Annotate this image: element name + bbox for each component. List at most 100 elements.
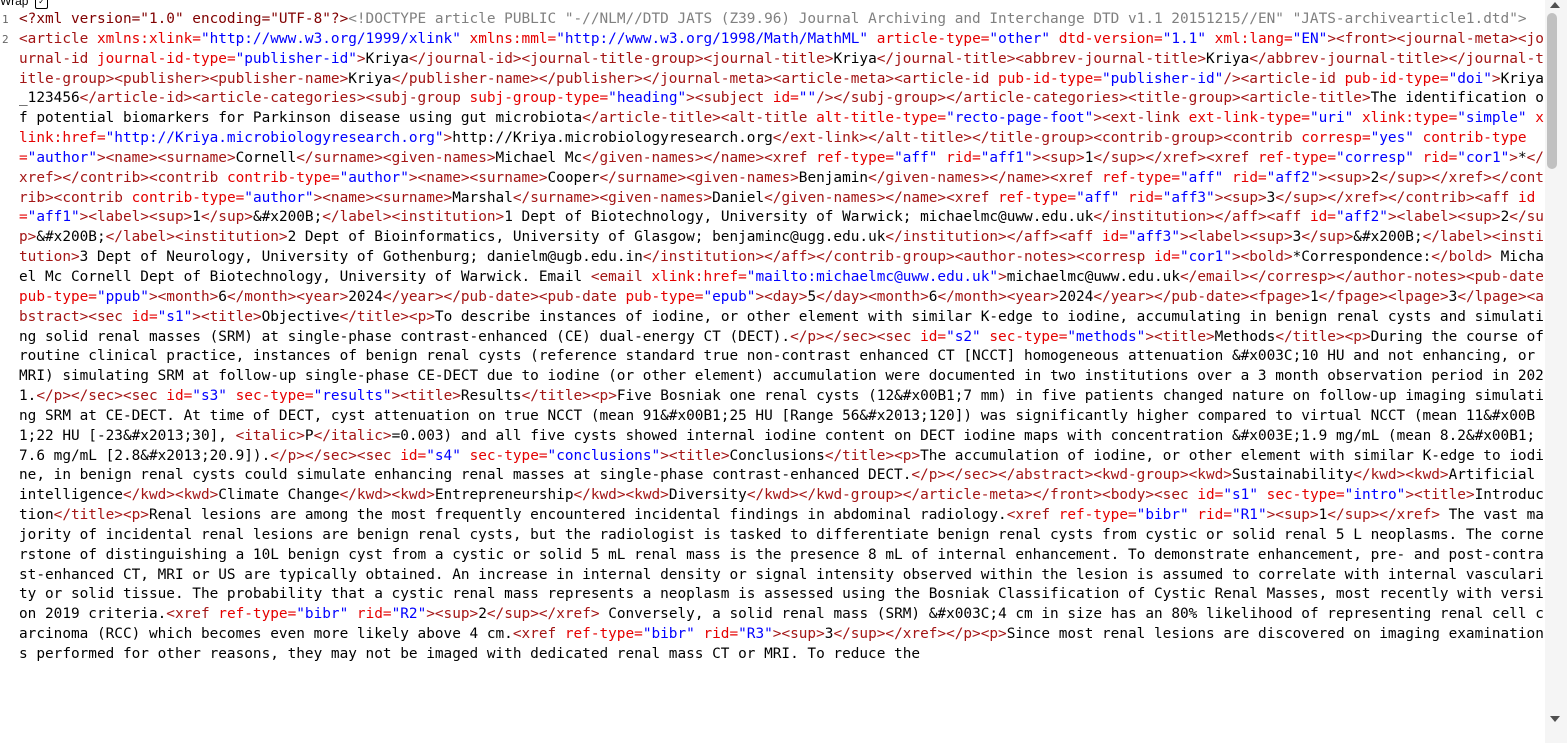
code-token: </article-id><article-categories><subj-g… (79, 90, 470, 107)
code-token: </journal-title><abbrev-journal-title> (876, 50, 1206, 67)
code-token: rid= (946, 149, 981, 166)
code-token: ref-type= (816, 149, 895, 166)
code-token: "http://Kriya.microbiologyresearch.org" (105, 130, 444, 147)
code-token: 2 Dept of Bioinformatics, University of … (287, 229, 886, 246)
code-token: ref-type= (1058, 507, 1137, 524)
code-token: Diversity (668, 487, 747, 504)
code-token: <xref (1006, 507, 1059, 524)
code-token: ><label><sup> (1387, 209, 1501, 226)
code-token: > (356, 50, 366, 67)
code-token: "R2" (391, 606, 427, 623)
code-token: </sup></xref> (486, 606, 600, 623)
code-token: Cornell (235, 149, 297, 166)
code-token: Objective (261, 308, 340, 325)
code-token: "simple" (1457, 110, 1536, 127)
code-token: </p></sec><sec (36, 388, 167, 405)
code-token: 2 (478, 606, 487, 623)
code-token: "heading" (608, 90, 687, 107)
code-token: id= (1309, 209, 1336, 226)
code-token: "" (798, 90, 817, 107)
code-token: Conclusions (729, 447, 825, 464)
code-token: pub-type= (625, 288, 704, 305)
vertical-scrollbar[interactable] (1545, 0, 1567, 743)
code-token: </year></pub-date><pub-date (382, 288, 626, 305)
code-token: "s4" (426, 447, 470, 464)
code-token: Benjamin (798, 169, 869, 186)
code-token: ><name><surname> (313, 189, 453, 206)
line-number: 1 (2, 13, 9, 26)
code-token: </kwd><kwd> (122, 487, 219, 504)
code-token: ><label><sup> (79, 209, 193, 226)
code-token: "aff1" (27, 209, 80, 226)
code-token: rid= (1128, 189, 1163, 206)
code-token: "aff2" (1266, 169, 1319, 186)
code-token: ref-type= (218, 606, 297, 623)
code-token: id= (772, 90, 799, 107)
code-token: "corresp" (1336, 149, 1423, 166)
code-token: "http://www.w3.org/1998/Math/MathML" (556, 30, 877, 47)
code-token: ><sup> (772, 626, 825, 643)
code-token: > (1491, 70, 1501, 87)
code-token: Michael Mc (495, 149, 583, 166)
code-token: </kwd><kwd> (339, 487, 435, 504)
code-token: Kriya (833, 50, 877, 67)
code-token: id= (131, 308, 158, 325)
code-token: ><title> (1405, 487, 1475, 504)
code-token: </fpage><lpage> (1318, 288, 1449, 305)
code-token: "aff1" (980, 149, 1033, 166)
code-token: Daniel (712, 189, 765, 206)
wrap-checkbox[interactable]: ✓ (35, 0, 48, 9)
code-token: ><label><sup> (1180, 229, 1293, 246)
scroll-up-arrow-icon[interactable] (1550, 2, 1560, 8)
code-token: "aff3" (1162, 189, 1215, 206)
code-token: Kriya (365, 50, 409, 67)
code-token: ref-type= (564, 626, 643, 643)
code-token: ><sup> (1266, 507, 1319, 524)
code-token: id= (1153, 249, 1180, 266)
code-token: xlink:type= (1361, 110, 1458, 127)
code-token: </title><p> (53, 507, 149, 524)
code-token: * (1517, 149, 1527, 166)
code-token: <xref (512, 626, 565, 643)
code-token: </article-title><alt-title (582, 110, 817, 127)
code-token: ><sup> (1214, 189, 1267, 206)
code-token: sec-type= (469, 447, 548, 464)
code-token: </sup></xref> (1327, 507, 1440, 524)
code-token: id= (1102, 229, 1129, 246)
code-token: pub-id-type= (998, 70, 1103, 87)
code-token: 2024 (348, 288, 383, 305)
code-token: </institution></aff><aff (1093, 209, 1310, 226)
code-token: id= (920, 328, 947, 345)
code-token: </label><institution> (105, 229, 288, 246)
code-token: id= (400, 447, 427, 464)
code-token: </title><p> (521, 388, 617, 405)
code-token: article-type= (876, 30, 990, 47)
code-token: /></subj-group> (816, 90, 947, 107)
code-token: Methods (1214, 328, 1276, 345)
code-line: 1 <?xml version="1.0" encoding="UTF-8"?><… (0, 10, 1545, 30)
code-token: xmlns:mml= (469, 30, 557, 47)
code-token: ><ext-link (1093, 110, 1189, 127)
code-token: "s1" (1223, 487, 1267, 504)
code-token: journal-id-type= (96, 50, 236, 67)
code-token: "conclusions" (547, 447, 661, 464)
code-token: ext-link-type= (1188, 110, 1310, 127)
code-token: </sup> (200, 209, 253, 226)
code-token: > (443, 130, 453, 147)
code-token: ref-type= (1102, 169, 1181, 186)
code-token: "publisher-id" (235, 50, 357, 67)
code-token: 6 (218, 288, 227, 305)
code-token: alt-title-type= (816, 110, 947, 127)
code-token: sec-type= (235, 388, 314, 405)
scroll-down-arrow-icon[interactable] (1550, 716, 1560, 722)
code-token: "bibr" (1136, 507, 1198, 524)
source-viewer[interactable]: 1 <?xml version="1.0" encoding="UTF-8"?><… (0, 10, 1545, 743)
code-token: </surname><given-names> (296, 149, 496, 166)
code-token: </sup></xref><xref (1093, 149, 1259, 166)
code-token: id= (1197, 487, 1224, 504)
code-token: </given-names></name><xref (868, 169, 1103, 186)
code-token: </day><month> (816, 288, 929, 305)
scrollbar-thumb[interactable] (1547, 13, 1557, 169)
code-token: </surname><given-names> (599, 169, 799, 186)
code-token: 3 (1292, 229, 1302, 246)
